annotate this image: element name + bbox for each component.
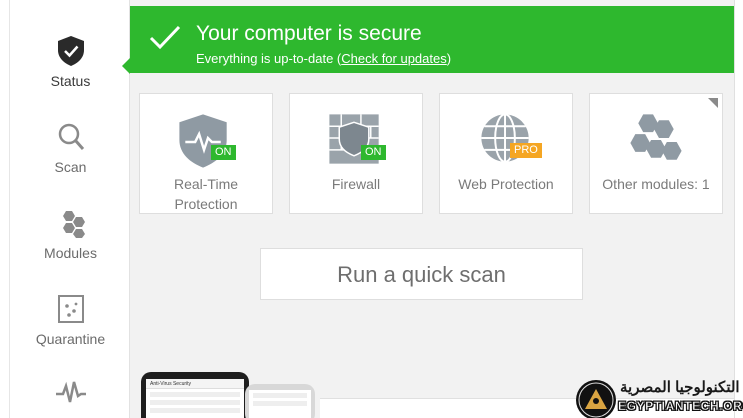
phone-mockup-secondary: [245, 384, 315, 418]
module-label: Real-Time Protection: [140, 174, 272, 214]
phone-app-title: Anti-Virus Security: [146, 379, 244, 389]
main-panel: Your computer is secure Everything is up…: [122, 0, 743, 418]
phone-row: [150, 400, 240, 405]
watermark-arabic: التكنولوجيا المصرية: [620, 379, 740, 396]
check-updates-link[interactable]: Check for updates: [341, 51, 447, 66]
phone-row: [150, 408, 240, 413]
firewall-icon: [329, 114, 379, 164]
sidebar: Status Scan Modules Quarantine: [0, 0, 130, 418]
sidebar-item-label: Status: [50, 73, 91, 89]
module-label-line: Real-Time: [173, 176, 239, 192]
status-subtitle-close: ): [446, 51, 452, 66]
status-banner: Your computer is secure Everything is up…: [122, 6, 734, 74]
window-edge: [734, 0, 743, 418]
pyramid-icon: [578, 382, 614, 418]
phone-screen: Anti-Virus Security: [146, 379, 244, 418]
sidebar-item-label: Quarantine: [35, 331, 106, 347]
checkmark-icon: [149, 25, 181, 50]
status-badge: ON: [211, 145, 236, 160]
module-label-line: Protection: [174, 196, 238, 212]
module-label: Other modules: 1: [590, 174, 722, 194]
sidebar-item-scan[interactable]: Scan: [11, 121, 130, 175]
module-label: Firewall: [290, 174, 422, 194]
sidebar-item-quarantine[interactable]: Quarantine: [11, 293, 130, 347]
watermark-english: EGYPTIANTECH.ORG: [618, 399, 743, 413]
shield-check-icon: [57, 36, 84, 66]
sidebar-item-label: Scan: [54, 159, 87, 175]
corner-triangle-icon: [708, 98, 718, 108]
pro-badge: PRO: [510, 143, 542, 158]
sidebar-item-status[interactable]: Status: [11, 35, 130, 89]
phone-mockup: Anti-Virus Security: [141, 372, 249, 418]
status-title: Your computer is secure: [196, 22, 422, 45]
sidebar-item-activity[interactable]: [11, 378, 130, 414]
module-label-line: Other modules: 1: [602, 176, 710, 192]
phone-row: [253, 393, 307, 398]
status-badge: ON: [361, 145, 386, 160]
status-subtitle-text: Everything is up-to-date (: [196, 51, 342, 66]
status-subtitle: Everything is up-to-date (Check for upda…: [196, 51, 451, 66]
module-label: Web Protection: [440, 174, 572, 194]
phone-row: [150, 392, 240, 397]
module-card-other[interactable]: Other modules: 1: [589, 93, 723, 214]
sidebar-item-label: Modules: [44, 245, 97, 261]
hexagons-icon: [630, 114, 682, 160]
module-card-firewall[interactable]: ON Firewall: [289, 93, 423, 214]
hexagons-icon: [62, 211, 85, 238]
module-card-realtime[interactable]: ON Real-Time Protection: [139, 93, 273, 214]
shield-pulse-icon: [179, 114, 227, 168]
sidebar-item-modules[interactable]: Modules: [11, 207, 130, 261]
sidebar-edge: [0, 0, 10, 418]
module-label-line: Firewall: [331, 176, 381, 192]
module-card-web-protection[interactable]: PRO Web Protection: [439, 93, 573, 214]
module-label-line: Web Protection: [458, 176, 554, 192]
globe-icon: [481, 113, 529, 163]
watermark-seal-icon: [576, 380, 616, 418]
banner-notch: [122, 58, 130, 74]
magnifier-icon: [58, 123, 84, 150]
quick-scan-button[interactable]: Run a quick scan: [260, 248, 583, 300]
pulse-icon: [55, 381, 86, 403]
phone-screen: [249, 390, 311, 418]
quarantine-box-icon: [57, 295, 84, 323]
phone-row: [253, 401, 307, 406]
